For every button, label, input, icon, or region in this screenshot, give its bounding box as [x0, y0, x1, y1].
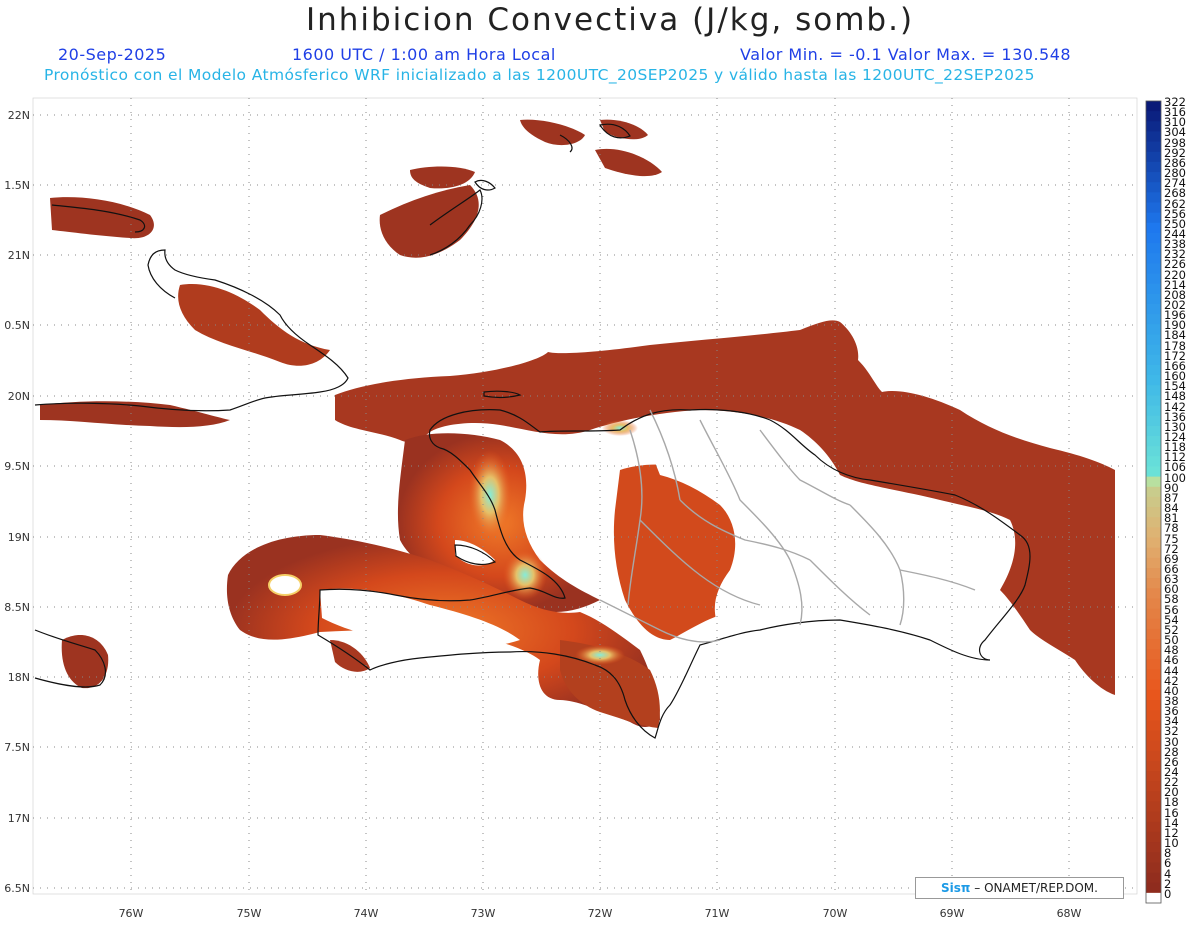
colorbar-swatch — [1146, 507, 1161, 518]
colorbar-swatch — [1146, 679, 1161, 691]
colorbar-swatch — [1146, 578, 1161, 589]
colorbar-swatch — [1146, 151, 1161, 163]
colorbar-swatch — [1146, 699, 1161, 711]
colorbar-swatch — [1146, 527, 1161, 539]
colorbar-swatch — [1146, 730, 1161, 742]
colorbar-swatch — [1146, 182, 1161, 193]
colorbar-swatch — [1146, 618, 1161, 630]
colorbar-swatch — [1146, 111, 1161, 122]
colorbar-swatch — [1146, 872, 1161, 884]
colorbar-swatch — [1146, 131, 1161, 143]
colorbar-swatch — [1146, 689, 1161, 701]
colorbar-swatch — [1146, 608, 1161, 620]
colorbar-swatch — [1146, 121, 1161, 132]
colorbar-swatch — [1146, 324, 1161, 335]
colorbar-swatch — [1146, 771, 1161, 782]
colorbar-swatch — [1146, 466, 1161, 478]
colorbar-swatch — [1146, 192, 1161, 204]
colorbar-swatch — [1146, 364, 1161, 376]
colorbar-label: 0 — [1164, 886, 1172, 901]
colorbar-swatch — [1146, 537, 1161, 549]
colorbar-swatch — [1146, 375, 1161, 386]
colorbar-swatch — [1146, 283, 1161, 295]
colorbar-swatch — [1146, 304, 1161, 315]
colorbar-swatch — [1146, 212, 1161, 224]
colorbar-swatch — [1146, 232, 1161, 244]
colorbar-swatch — [1146, 425, 1161, 437]
colorbar-swatch — [1146, 334, 1161, 346]
colorbar-swatch — [1146, 852, 1161, 863]
colorbar-swatch — [1146, 547, 1161, 559]
colorbar-swatch — [1146, 405, 1161, 417]
credit-text: – ONAMET/REP.DOM. — [974, 881, 1098, 895]
colorbar-swatch — [1146, 750, 1161, 762]
colorbar-swatch — [1146, 415, 1161, 427]
colorbar-swatch — [1146, 740, 1161, 752]
colorbar-swatch — [1146, 628, 1161, 640]
colorbar-swatch — [1146, 354, 1161, 366]
colorbar-swatch — [1146, 517, 1161, 528]
colorbar-swatch — [1146, 862, 1161, 874]
colorbar-swatch — [1146, 101, 1161, 112]
credit-box: Sisπ – ONAMET/REP.DOM. — [915, 877, 1124, 899]
colorbar-swatch — [1146, 202, 1161, 214]
colorbar-swatch — [1146, 639, 1161, 650]
colorbar-swatch — [1146, 456, 1161, 467]
colorbar-swatch — [1146, 344, 1161, 356]
colorbar-swatch — [1146, 842, 1161, 853]
colorbar-swatch — [1146, 892, 1161, 904]
colorbar-swatch — [1146, 243, 1161, 254]
colorbar-swatch — [1146, 801, 1161, 813]
colorbar-swatch — [1146, 567, 1161, 579]
sispi-logo: Sisπ — [941, 881, 971, 895]
colorbar-swatch — [1146, 669, 1161, 681]
colorbar — [1145, 100, 1162, 904]
colorbar-swatch — [1146, 760, 1161, 772]
colorbar-swatch — [1146, 446, 1161, 457]
colorbar-swatch — [1146, 649, 1161, 660]
colorbar-swatch — [1146, 141, 1161, 153]
colorbar-swatch — [1146, 273, 1161, 285]
colorbar-swatch — [1146, 253, 1161, 264]
colorbar-swatch — [1146, 710, 1161, 721]
colorbar-swatch — [1146, 436, 1161, 447]
colorbar-swatch — [1146, 314, 1161, 325]
colorbar-swatch — [1146, 161, 1161, 173]
colorbar-swatch — [1146, 263, 1161, 275]
colorbar-swatch — [1146, 598, 1161, 610]
colorbar-swatch — [1146, 395, 1161, 407]
colorbar-swatch — [1146, 385, 1161, 396]
colorbar-swatch — [1146, 791, 1161, 802]
colorbar-swatch — [1146, 588, 1161, 599]
colorbar-swatch — [1146, 293, 1161, 305]
colorbar-swatch — [1146, 557, 1161, 569]
colorbar-swatch — [1146, 476, 1161, 488]
colorbar-swatch — [1146, 222, 1161, 234]
colorbar-swatch — [1146, 720, 1161, 731]
colorbar-swatch — [1146, 882, 1161, 894]
colorbar-swatch — [1146, 659, 1161, 671]
colorbar-swatch — [1146, 821, 1161, 833]
colorbar-swatch — [1146, 781, 1161, 792]
colorbar-swatch — [1146, 811, 1161, 823]
colorbar-swatch — [1146, 172, 1161, 183]
colorbar-swatch — [1146, 831, 1161, 843]
colorbar-swatch — [1146, 496, 1161, 508]
colorbar-swatch — [1146, 486, 1161, 498]
